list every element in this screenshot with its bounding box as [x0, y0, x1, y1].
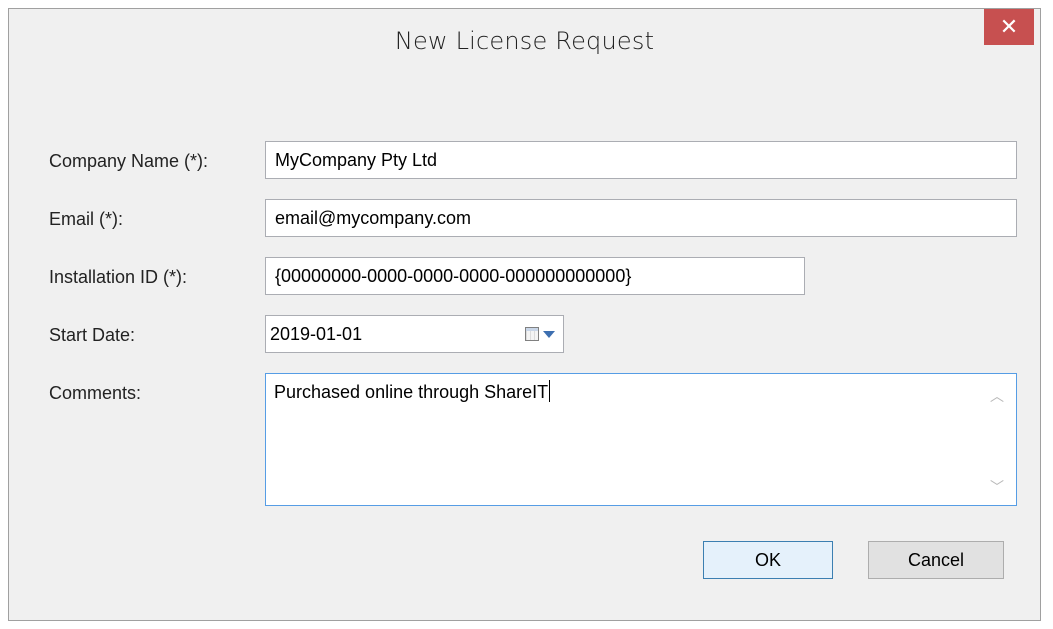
start-date-value: 2019-01-01	[270, 323, 363, 344]
chevron-down-icon	[543, 330, 555, 338]
company-name-label: Company Name (*):	[49, 151, 209, 171]
scroll-up-icon[interactable]: ︿	[990, 386, 1004, 406]
title-bar[interactable]: New License Request ✕	[9, 9, 1040, 79]
dialog-window: New License Request ✕ Company Name (*): …	[8, 8, 1041, 621]
text-caret	[549, 380, 551, 402]
cancel-button[interactable]: Cancel	[868, 541, 1004, 579]
comments-label: Comments:	[49, 383, 142, 403]
start-date-label: Start Date:	[49, 325, 136, 345]
close-button[interactable]: ✕	[984, 9, 1034, 45]
ok-button[interactable]: OK	[703, 541, 833, 579]
email-label: Email (*):	[49, 209, 124, 229]
start-date-picker[interactable]: 2019-01-01	[265, 315, 564, 353]
company-name-field[interactable]: MyCompany Pty Ltd	[265, 141, 1017, 179]
comments-scrollbar[interactable]: ︿ ﹀	[980, 374, 1016, 505]
comments-value: Purchased online through ShareIT	[274, 382, 549, 402]
comments-text: Purchased online through ShareIT	[274, 380, 551, 403]
scroll-down-icon[interactable]: ﹀	[990, 477, 1004, 497]
dialog-title: New License Request	[394, 27, 655, 55]
installation-id-label: Installation ID (*):	[49, 267, 188, 287]
calendar-icon	[525, 327, 539, 341]
comments-textarea[interactable]: Purchased online through ShareIT ︿ ﹀	[265, 373, 1017, 506]
email-field[interactable]: email@mycompany.com	[265, 199, 1017, 237]
installation-id-field[interactable]: {00000000-0000-0000-0000-000000000000}	[265, 257, 805, 295]
close-icon: ✕	[999, 14, 1019, 40]
date-dropdown-button[interactable]	[525, 324, 555, 344]
